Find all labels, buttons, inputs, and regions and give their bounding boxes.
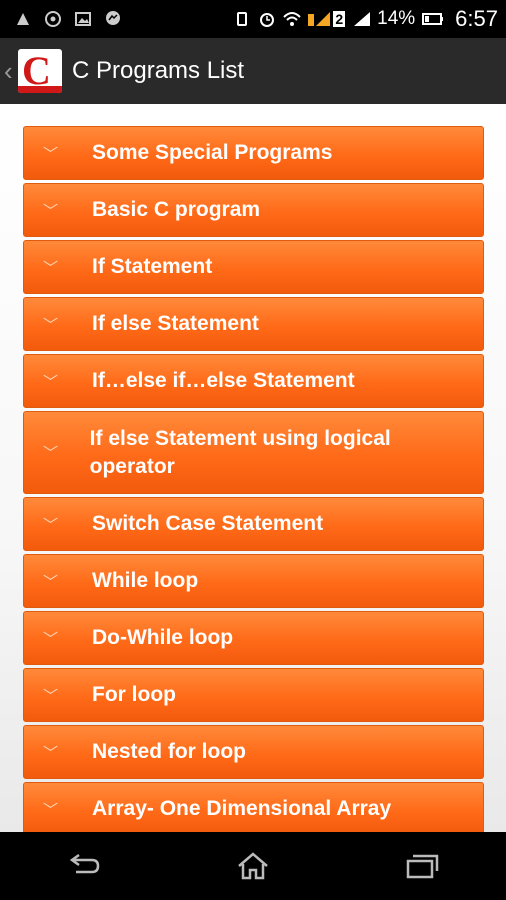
list-item-label: If Statement <box>92 255 213 278</box>
messenger-icon <box>104 10 122 28</box>
usb-debug-icon <box>14 10 32 28</box>
list-item[interactable]: ﹀ If else Statement <box>23 297 484 351</box>
app-logo[interactable]: C <box>18 49 62 93</box>
list-item-label: Do-While loop <box>92 626 234 649</box>
chevron-down-icon: ﹀ <box>43 259 59 277</box>
list-item-label: Some Special Programs <box>92 141 333 164</box>
list-item[interactable]: ﹀ If Statement <box>23 240 484 294</box>
status-bar: 2 14% 6:57 <box>0 0 506 38</box>
battery-percent: 14% <box>377 8 416 29</box>
chevron-down-icon: ﹀ <box>43 516 59 534</box>
list-item[interactable]: ﹀ If else Statement using logical operat… <box>23 411 484 494</box>
wifi-icon <box>283 10 302 28</box>
back-arrow-icon <box>70 854 100 874</box>
list-item[interactable]: ﹀ While loop <box>23 554 484 608</box>
signal-2-icon <box>352 10 371 28</box>
image-icon <box>74 10 92 28</box>
chevron-down-icon: ﹀ <box>43 316 59 334</box>
list-item-label: Switch Case Statement <box>92 512 324 535</box>
chevron-down-icon: ﹀ <box>43 373 59 391</box>
list-item-label: While loop <box>92 569 199 592</box>
list-item[interactable]: ﹀ Nested for loop <box>23 725 484 779</box>
signal-1-icon <box>308 10 331 28</box>
recent-apps-icon <box>406 854 438 879</box>
clock: 6:57 <box>455 6 498 31</box>
chevron-down-icon: ﹀ <box>43 202 59 220</box>
navigation-bar <box>0 832 506 900</box>
list-item[interactable]: ﹀ Do-While loop <box>23 611 484 665</box>
list-item-label: For loop <box>92 683 176 706</box>
list-item[interactable]: ﹀ If…else if…else Statement <box>23 354 484 408</box>
chevron-down-icon: ﹀ <box>43 801 59 819</box>
recent-apps-button[interactable] <box>397 846 447 886</box>
battery-icon <box>422 10 444 28</box>
chevron-down-icon: ﹀ <box>43 687 59 705</box>
home-icon <box>238 852 268 880</box>
list-item-label: If else Statement <box>92 312 259 335</box>
list-item[interactable]: ﹀ Basic C program <box>23 183 484 237</box>
alarm-icon <box>258 10 276 28</box>
action-bar: ‹ C C Programs List <box>0 38 506 105</box>
program-list-container[interactable]: ﹀ Some Special Programs ﹀ Basic C progra… <box>0 104 506 832</box>
notification-icons <box>0 10 122 28</box>
system-status: 2 14% 6:57 <box>233 0 498 38</box>
list-item[interactable]: ﹀ Switch Case Statement <box>23 497 484 551</box>
app-logo-band <box>18 86 62 93</box>
sim-slot-label: 2 <box>333 11 346 27</box>
list-item-label: Array- One Dimensional Array <box>92 797 392 820</box>
home-button[interactable] <box>228 846 278 886</box>
whatsapp-icon <box>44 10 62 28</box>
list-item-label: Basic C program <box>92 198 261 221</box>
list-item[interactable]: ﹀ Some Special Programs <box>23 126 484 180</box>
chevron-down-icon: ﹀ <box>43 445 59 462</box>
chevron-down-icon: ﹀ <box>43 630 59 648</box>
chevron-down-icon: ﹀ <box>43 744 59 762</box>
up-chevron-icon[interactable]: ‹ <box>4 56 14 87</box>
back-button[interactable] <box>59 846 109 886</box>
vibrate-icon <box>233 10 251 28</box>
chevron-down-icon: ﹀ <box>43 573 59 591</box>
list-item-label: If…else if…else Statement <box>92 369 355 392</box>
chevron-down-icon: ﹀ <box>43 145 59 163</box>
list-item[interactable]: ﹀ For loop <box>23 668 484 722</box>
program-list: ﹀ Some Special Programs ﹀ Basic C progra… <box>23 126 484 832</box>
page-title: C Programs List <box>72 57 245 84</box>
list-item-label: Nested for loop <box>92 740 247 763</box>
list-item-label: If else Statement using logical operator <box>89 426 391 478</box>
list-item[interactable]: ﹀ Array- One Dimensional Array <box>23 782 484 832</box>
